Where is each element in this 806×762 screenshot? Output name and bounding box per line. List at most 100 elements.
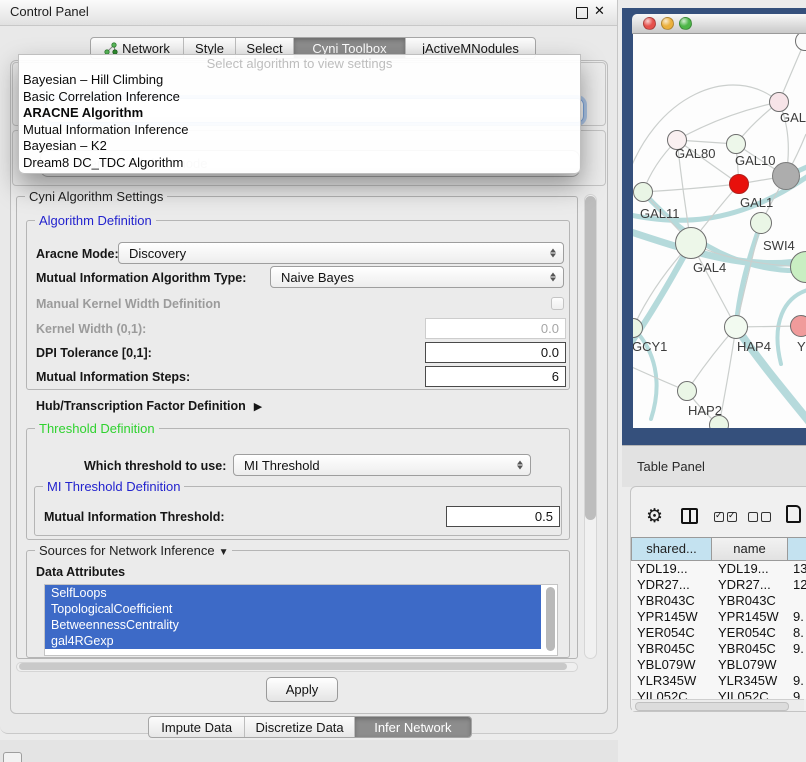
- table-cell: [788, 593, 806, 609]
- network-node-gal1[interactable]: [729, 174, 749, 194]
- gear-icon[interactable]: ⚙: [646, 505, 663, 528]
- column-header-shared[interactable]: shared...: [631, 537, 712, 561]
- algorithm-option-basic-correlation-inference[interactable]: Basic Correlation Inference: [19, 89, 580, 106]
- table-row[interactable]: YLR345WYLR345W9.: [631, 673, 806, 689]
- table-cell: 8.: [788, 625, 806, 641]
- table-row[interactable]: YIL052CYIL052C9: [631, 689, 806, 699]
- column-header-a[interactable]: A: [788, 537, 806, 561]
- table-cell: YIL052C: [631, 689, 712, 699]
- mi-type-value: Naive Bayes: [281, 270, 354, 285]
- apply-button[interactable]: Apply: [266, 677, 338, 702]
- attribute-item-gal4rgexp[interactable]: gal4RGexp: [45, 633, 541, 649]
- attribute-item-betweennesscentrality[interactable]: BetweennessCentrality: [45, 617, 541, 633]
- network-node-swi4[interactable]: [750, 212, 772, 234]
- attributes-scrollbar-thumb[interactable]: [546, 587, 555, 651]
- table-cell: 9.: [788, 641, 806, 657]
- table-row[interactable]: YDR27...YDR27...12: [631, 577, 806, 593]
- table-row[interactable]: YBR045CYBR045C9.: [631, 641, 806, 657]
- network-node-gal11[interactable]: [633, 182, 653, 202]
- node-table: shared...nameA YDL19...YDL19...13YDR27..…: [631, 537, 806, 699]
- close-traffic-light[interactable]: [643, 17, 656, 30]
- tab-label: Infer Network: [374, 720, 451, 735]
- minimize-traffic-light[interactable]: [661, 17, 674, 30]
- network-node-gal10[interactable]: [726, 134, 746, 154]
- table-cell: YBR045C: [631, 641, 712, 657]
- mi-threshold-input[interactable]: [446, 506, 560, 527]
- algorithm-option-dream8-dc-tdc-algorithm[interactable]: Dream8 DC_TDC Algorithm: [19, 155, 580, 172]
- dpi-tolerance-label: DPI Tolerance [0,1]:: [36, 346, 152, 360]
- table-panel-header: Table Panel: [622, 445, 806, 487]
- algorithm-dropdown-list: Bayesian – Hill ClimbingBasic Correlatio…: [19, 72, 580, 171]
- algorithm-option-bayesian-k2[interactable]: Bayesian – K2: [19, 138, 580, 155]
- network-node-gal4[interactable]: [675, 227, 707, 259]
- attribute-item-selfloops[interactable]: SelfLoops: [45, 585, 541, 601]
- file-icon[interactable]: [786, 505, 801, 523]
- zoom-traffic-light[interactable]: [679, 17, 692, 30]
- bottom-tab-impute-data[interactable]: Impute Data: [149, 717, 244, 737]
- table-cell: YDR27...: [712, 577, 788, 593]
- algorithm-option-bayesian-hill-climbing[interactable]: Bayesian – Hill Climbing: [19, 72, 580, 89]
- columns-icon[interactable]: [681, 508, 698, 524]
- table-row[interactable]: YBL079WYBL079W: [631, 657, 806, 673]
- unchecked-columns-icon[interactable]: [748, 512, 771, 522]
- settings-horizontal-scrollbar-thumb[interactable]: [19, 663, 567, 670]
- mi-type-combobox[interactable]: Naive Bayes: [270, 266, 564, 288]
- bottom-tab-discretize-data[interactable]: Discretize Data: [244, 717, 353, 737]
- table-cell: 9.: [788, 609, 806, 625]
- node-label-gal11: GAL11: [640, 206, 680, 221]
- settings-vertical-scrollbar-thumb[interactable]: [585, 196, 596, 520]
- network-canvas[interactable]: GALGAL80GAL10GAL1GAL11SWI4GAL4GCY1HAP4YH…: [633, 34, 806, 428]
- attribute-item-topologicalcoefficient[interactable]: TopologicalCoefficient: [45, 601, 541, 617]
- bottom-strip: [0, 740, 618, 762]
- table-cell: YLR345W: [712, 673, 788, 689]
- mi-steps-label: Mutual Information Steps:: [36, 370, 190, 384]
- network-node-hap2[interactable]: [677, 381, 697, 401]
- network-node[interactable]: [709, 415, 729, 428]
- node-label-y: Y: [797, 339, 806, 354]
- kernel-width-input[interactable]: [425, 318, 566, 339]
- network-window-titlebar[interactable]: [632, 14, 806, 34]
- float-window-icon[interactable]: [576, 7, 588, 19]
- table-cell: YLR345W: [631, 673, 712, 689]
- manual-kernel-label: Manual Kernel Width Definition: [36, 297, 221, 311]
- mi-threshold-label: Mutual Information Threshold:: [44, 510, 225, 524]
- which-threshold-combobox[interactable]: MI Threshold: [233, 454, 531, 476]
- network-node-y[interactable]: [790, 315, 806, 337]
- table-cell: YBR043C: [631, 593, 712, 609]
- mi-type-label: Mutual Information Algorithm Type:: [36, 271, 246, 285]
- mi-steps-input[interactable]: [425, 366, 566, 387]
- algorithm-definition-title: Algorithm Definition: [35, 213, 156, 228]
- network-node-gal[interactable]: [769, 92, 789, 112]
- table-horizontal-scrollbar[interactable]: [632, 699, 804, 711]
- network-node[interactable]: [772, 162, 800, 190]
- dpi-tolerance-input[interactable]: [425, 342, 566, 363]
- table-header-row: shared...nameA: [631, 537, 806, 561]
- table-row[interactable]: YDL19...YDL19...13: [631, 561, 806, 577]
- hub-definition-expander[interactable]: Hub/Transcription Factor Definition▶: [36, 399, 262, 413]
- table-scrollbar-thumb[interactable]: [635, 702, 789, 711]
- network-node-hap4[interactable]: [724, 315, 748, 339]
- manual-kernel-checkbox[interactable]: [551, 297, 564, 310]
- table-row[interactable]: YBR043CYBR043C: [631, 593, 806, 609]
- data-attributes-list[interactable]: SelfLoopsTopologicalCoefficientBetweenne…: [44, 584, 558, 656]
- checked-columns-icon[interactable]: [714, 512, 737, 522]
- restore-panel-icon[interactable]: [3, 752, 22, 762]
- aracne-mode-value: Discovery: [129, 246, 186, 261]
- sources-title[interactable]: Sources for Network Inference▼: [35, 543, 232, 558]
- node-label-swi4: SWI4: [763, 238, 795, 253]
- bottom-tab-infer-network[interactable]: Infer Network: [354, 717, 471, 737]
- table-cell: 13: [788, 561, 806, 577]
- aracne-mode-combobox[interactable]: Discovery: [118, 242, 564, 264]
- stepper-icon: [517, 461, 523, 470]
- node-label-gal1: GAL1: [740, 195, 773, 210]
- close-icon[interactable]: ✕: [594, 3, 605, 19]
- algorithm-option-aracne-algorithm[interactable]: ARACNE Algorithm: [19, 105, 580, 122]
- table-row[interactable]: YPR145WYPR145W9.: [631, 609, 806, 625]
- table-row[interactable]: YER054CYER054C8.: [631, 625, 806, 641]
- node-label-hap4: HAP4: [737, 339, 771, 354]
- aracne-mode-label: Aracne Mode:: [36, 247, 119, 261]
- column-header-name[interactable]: name: [712, 537, 788, 561]
- table-cell: YPR145W: [631, 609, 712, 625]
- algorithm-option-mutual-information-inference[interactable]: Mutual Information Inference: [19, 122, 580, 139]
- node-label-gcy1: GCY1: [633, 339, 667, 354]
